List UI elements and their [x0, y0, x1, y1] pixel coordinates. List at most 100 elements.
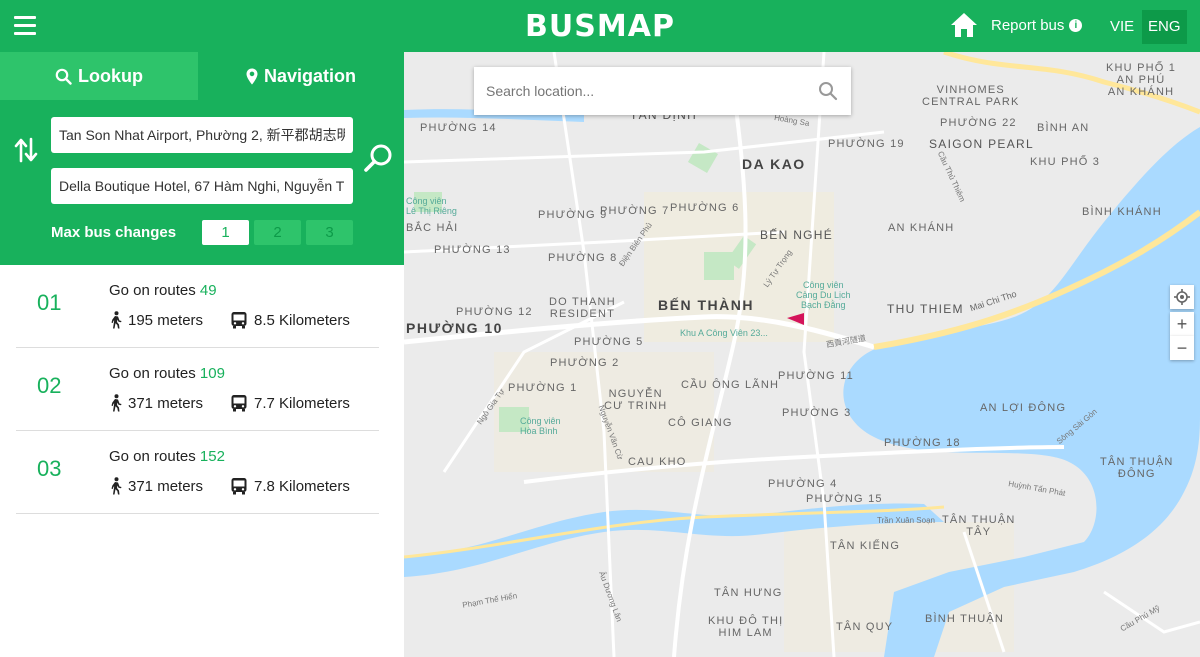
map-label: THU THIEM: [887, 302, 964, 316]
route-description: Go on routes 109: [109, 365, 225, 382]
map-label: BẾN NGHÉ: [760, 228, 834, 242]
map-label: BẮC HẢI: [406, 222, 459, 234]
map-label: BẾN THÀNH: [658, 297, 754, 313]
bus-distance-text: 8.5 Kilometers: [254, 311, 350, 329]
bus-change-option-2[interactable]: 2: [254, 220, 301, 245]
map-label: PHƯỜNG 8: [548, 252, 618, 264]
result-number: 02: [37, 373, 62, 398]
bus-distance-text: 7.8 Kilometers: [254, 477, 350, 495]
max-bus-changes-label: Max bus changes: [51, 224, 177, 241]
bus-change-option-3[interactable]: 3: [306, 220, 353, 245]
map-label: TÂN KIỂNG: [830, 540, 901, 552]
bus-distance: 7.8 Kilometers: [230, 477, 350, 495]
bus-icon: [231, 395, 247, 412]
route-result[interactable]: 01 Go on routes 49 195 meters 8.5 Kilome…: [16, 265, 379, 348]
zoom-out-button[interactable]: −: [1170, 336, 1194, 360]
map-label: VINHOMES CENTRAL PARK: [922, 84, 1020, 108]
map-label: PHƯỜNG 15: [806, 493, 883, 505]
map-label: PHƯỜNG 9: [538, 209, 608, 221]
map-search-input[interactable]: [474, 67, 851, 115]
map-label: PHƯỜNG 7: [600, 205, 670, 217]
map-label: PHƯỜNG 22: [940, 117, 1017, 129]
park-label: Công viên Hòa Bình: [520, 416, 561, 436]
route-prefix: Go on routes: [109, 448, 196, 465]
map-label: TÂN THUẬN ĐÔNG: [1100, 456, 1174, 480]
search-icon[interactable]: [818, 81, 838, 101]
lang-eng-button[interactable]: ENG: [1142, 10, 1187, 44]
walk-distance-text: 371 meters: [128, 477, 204, 495]
map-label: PHƯỜNG 19: [828, 138, 905, 150]
navigation-form: Max bus changes 1 2 3: [0, 100, 404, 265]
walk-distance: 195 meters: [109, 311, 203, 329]
route-description: Go on routes 152: [109, 448, 225, 465]
bus-distance: 8.5 Kilometers: [230, 311, 350, 329]
walk-distance-text: 195 meters: [128, 311, 204, 329]
walk-distance: 371 meters: [109, 477, 203, 495]
locate-icon[interactable]: [1170, 285, 1194, 309]
zoom-in-button[interactable]: +: [1170, 312, 1194, 336]
route-prefix: Go on routes: [109, 282, 196, 299]
map-label: DA KAO: [742, 156, 806, 172]
map-label: BÌNH KHÁNH: [1082, 206, 1162, 218]
report-bus-link[interactable]: Report bus i: [991, 17, 1083, 34]
map-label: PHƯỜNG 13: [434, 244, 511, 256]
tab-navigation-label: Navigation: [263, 65, 356, 86]
map-label: PHƯỜNG 14: [420, 122, 497, 134]
lang-vie-button[interactable]: VIE: [1104, 10, 1140, 44]
swap-icon[interactable]: [14, 136, 38, 164]
map-label: BÌNH THUẬN: [925, 613, 1005, 625]
map-label: TÂN THUẬN TÂY: [942, 514, 1016, 538]
map-canvas[interactable]: [404, 52, 1200, 657]
map-view[interactable]: DA KAO BẾN THÀNH BẾN NGHÉ THU THIEM AN K…: [404, 52, 1200, 657]
map-label: PHƯỜNG 4: [768, 478, 838, 490]
walk-distance: 371 meters: [109, 394, 203, 412]
map-label: PHƯỜNG 11: [778, 370, 854, 382]
info-icon: i: [1069, 19, 1083, 32]
map-label: KHU ĐÔ THỊ HIM LAM: [708, 615, 784, 639]
bus-icon: [231, 478, 247, 495]
map-label: PHƯỜNG 2: [550, 357, 620, 369]
map-label: KHU PHỐ 1 AN PHÚ AN KHÁNH: [1106, 62, 1177, 98]
map-label: PHƯỜNG 6: [670, 202, 740, 214]
map-label: SAIGON PEARL: [929, 137, 1034, 151]
map-label: CÔ GIANG: [668, 417, 733, 429]
location-pin-icon: [246, 68, 258, 84]
tab-lookup-label: Lookup: [78, 65, 143, 86]
bus-distance: 7.7 Kilometers: [230, 394, 350, 412]
search-icon: [55, 68, 72, 85]
route-result[interactable]: 03 Go on routes 152 371 meters 7.8 Kilom…: [16, 431, 379, 514]
search-icon[interactable]: [362, 142, 394, 174]
map-label: KHU PHỐ 3: [1030, 156, 1101, 168]
result-number: 01: [37, 290, 62, 315]
map-label: PHƯỜNG 18: [884, 437, 961, 449]
origin-input[interactable]: [51, 117, 353, 153]
route-result[interactable]: 02 Go on routes 109 371 meters 7.7 Kilom…: [16, 348, 379, 431]
tab-lookup[interactable]: Lookup: [0, 52, 198, 100]
map-label: PHƯỜNG 5: [574, 336, 644, 348]
tab-bar: Lookup Navigation: [0, 52, 404, 100]
locate-icon: [1174, 289, 1190, 305]
route-description: Go on routes 49: [109, 282, 217, 299]
map-label: BÌNH AN: [1037, 122, 1090, 134]
map-label: AN KHÁNH: [888, 222, 955, 234]
map-label: PHƯỜNG 10: [406, 320, 503, 336]
map-label: AN LỢI ĐÔNG: [980, 402, 1067, 414]
report-bus-label: Report bus: [991, 17, 1065, 34]
walk-icon: [111, 394, 122, 412]
map-label: CẦU ÔNG LÃNH: [681, 379, 780, 391]
walk-distance-text: 371 meters: [128, 394, 204, 412]
destination-input[interactable]: [51, 168, 353, 204]
map-label: CAU KHO: [628, 456, 687, 468]
walk-icon: [111, 477, 122, 495]
road-label: Trần Xuân Soạn: [877, 516, 935, 525]
result-number: 03: [37, 456, 62, 481]
map-label: DO THANH RESIDENT: [549, 296, 616, 320]
map-label: NGUYỄN CƯ TRINH: [604, 388, 668, 412]
map-label: PHƯỜNG 3: [782, 407, 852, 419]
menu-icon[interactable]: [14, 16, 36, 36]
home-icon[interactable]: [949, 11, 979, 39]
bus-distance-text: 7.7 Kilometers: [254, 394, 350, 412]
bus-change-option-1[interactable]: 1: [202, 220, 249, 245]
tab-navigation[interactable]: Navigation: [198, 52, 404, 100]
bus-icon: [231, 312, 247, 329]
